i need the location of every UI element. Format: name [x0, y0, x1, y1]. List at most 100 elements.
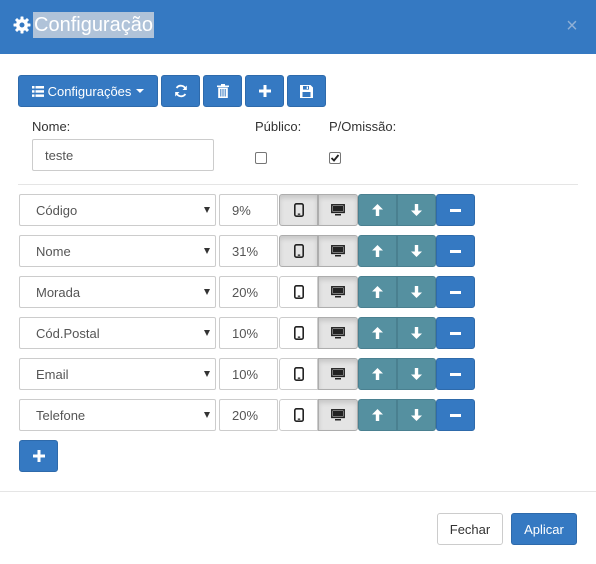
move-up-button[interactable] — [358, 276, 397, 308]
remove-column-button[interactable] — [436, 194, 475, 226]
mobile-toggle-button[interactable] — [279, 317, 318, 349]
remove-column-button[interactable] — [436, 399, 475, 431]
name-label: Nome: — [32, 119, 71, 134]
desktop-toggle-button[interactable] — [318, 358, 358, 390]
add-column-button[interactable] — [19, 440, 58, 472]
arrow-up-icon — [372, 204, 383, 216]
caret-down-icon — [136, 89, 145, 93]
move-down-button[interactable] — [397, 399, 436, 431]
add-config-button[interactable] — [245, 75, 284, 107]
mobile-toggle-button[interactable] — [279, 358, 318, 390]
default-checkbox[interactable] — [329, 152, 341, 164]
move-up-button[interactable] — [358, 358, 397, 390]
mobile-icon — [293, 367, 304, 381]
column-field-value: Código — [36, 202, 78, 218]
column-width-value: 20% — [232, 284, 259, 300]
public-label: Público: — [255, 119, 302, 134]
remove-column-button[interactable] — [436, 358, 475, 390]
minus-icon — [450, 372, 461, 376]
save-icon — [300, 84, 313, 98]
remove-column-button[interactable] — [436, 235, 475, 267]
arrow-up-icon — [372, 368, 383, 380]
arrow-up-icon — [372, 286, 383, 298]
close-button[interactable]: Fechar — [437, 513, 503, 545]
plus-icon — [32, 450, 45, 462]
mobile-icon — [293, 203, 304, 217]
apply-button[interactable]: Aplicar — [511, 513, 577, 545]
delete-button[interactable] — [203, 75, 242, 107]
remove-column-button[interactable] — [436, 276, 475, 308]
column-width-field[interactable]: 20% — [219, 399, 278, 431]
desktop-icon — [331, 368, 345, 380]
footer-divider — [0, 491, 596, 492]
default-label: P/Omissão: — [329, 119, 397, 134]
save-button[interactable] — [287, 75, 326, 107]
move-down-button[interactable] — [397, 317, 436, 349]
remove-column-button[interactable] — [436, 317, 475, 349]
refresh-icon — [174, 84, 188, 98]
mobile-toggle-button[interactable] — [279, 276, 318, 308]
caret-down-icon — [204, 289, 210, 295]
configurations-dropdown-button[interactable]: Configurações — [18, 75, 158, 107]
dialog-header: Configuração × — [0, 0, 596, 54]
move-up-button[interactable] — [358, 194, 397, 226]
arrow-down-icon — [411, 286, 422, 298]
minus-icon — [450, 413, 461, 417]
close-icon[interactable]: × — [563, 16, 581, 36]
move-down-button[interactable] — [397, 194, 436, 226]
move-up-button[interactable] — [358, 317, 397, 349]
column-field-select[interactable]: Código — [19, 194, 216, 226]
column-field-value: Nome — [36, 243, 71, 259]
desktop-toggle-button[interactable] — [318, 399, 358, 431]
arrow-up-icon — [372, 409, 383, 421]
arrow-up-icon — [372, 327, 383, 339]
check-icon — [330, 154, 340, 162]
column-width-field[interactable]: 31% — [219, 235, 278, 267]
column-field-select[interactable]: Telefone — [19, 399, 216, 431]
mobile-toggle-button[interactable] — [279, 235, 318, 267]
desktop-icon — [331, 327, 345, 339]
name-field[interactable]: teste — [32, 139, 214, 171]
gear-icon — [13, 16, 31, 34]
desktop-toggle-button[interactable] — [318, 317, 358, 349]
arrow-down-icon — [411, 204, 422, 216]
move-up-button[interactable] — [358, 399, 397, 431]
column-field-select[interactable]: Nome — [19, 235, 216, 267]
arrow-up-icon — [372, 245, 383, 257]
desktop-toggle-button[interactable] — [318, 235, 358, 267]
list-icon — [31, 85, 44, 97]
column-field-select[interactable]: Morada — [19, 276, 216, 308]
column-width-field[interactable]: 20% — [219, 276, 278, 308]
caret-down-icon — [204, 330, 210, 336]
minus-icon — [450, 290, 461, 294]
column-width-value: 10% — [232, 325, 259, 341]
desktop-icon — [331, 286, 345, 298]
column-width-value: 9% — [232, 202, 251, 218]
plus-icon — [258, 85, 271, 97]
mobile-toggle-button[interactable] — [279, 194, 318, 226]
column-width-field[interactable]: 9% — [219, 194, 278, 226]
close-button-label: Fechar — [449, 521, 491, 537]
column-field-value: Morada — [36, 284, 81, 300]
form-divider — [18, 184, 578, 185]
public-checkbox[interactable] — [255, 152, 267, 164]
move-down-button[interactable] — [397, 276, 436, 308]
mobile-toggle-button[interactable] — [279, 399, 318, 431]
caret-down-icon — [204, 371, 210, 377]
refresh-button[interactable] — [161, 75, 200, 107]
mobile-icon — [293, 408, 304, 422]
move-up-button[interactable] — [358, 235, 397, 267]
move-down-button[interactable] — [397, 358, 436, 390]
desktop-toggle-button[interactable] — [318, 276, 358, 308]
column-field-value: Cód.Postal — [36, 325, 100, 341]
move-down-button[interactable] — [397, 235, 436, 267]
column-field-select[interactable]: Email — [19, 358, 216, 390]
column-field-select[interactable]: Cód.Postal — [19, 317, 216, 349]
column-width-field[interactable]: 10% — [219, 358, 278, 390]
desktop-icon — [331, 204, 345, 216]
desktop-toggle-button[interactable] — [318, 194, 358, 226]
column-width-field[interactable]: 10% — [219, 317, 278, 349]
dialog-title: Configuração — [33, 12, 154, 38]
configurations-label: Configurações — [47, 83, 132, 99]
mobile-icon — [293, 285, 304, 299]
